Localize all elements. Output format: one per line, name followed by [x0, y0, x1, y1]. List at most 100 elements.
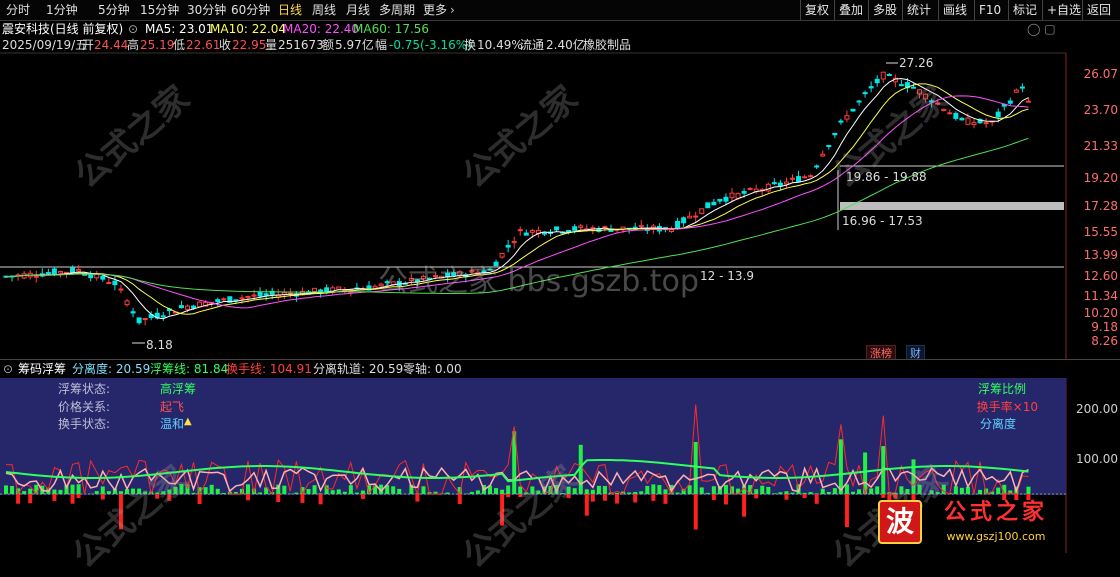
- candle-body: [264, 294, 268, 295]
- legend-float-ratio: 浮筹比例: [966, 380, 1026, 397]
- site-logo-text: 公式之家: [928, 500, 1064, 526]
- float-bar: [561, 493, 565, 494]
- candle-body: [694, 216, 698, 217]
- turnover-state-value: 温和: [160, 415, 184, 432]
- candle-body: [179, 306, 183, 308]
- candle-body: [71, 268, 75, 272]
- float-bar: [905, 489, 909, 494]
- candle-body: [530, 230, 534, 232]
- kline-chart[interactable]: [0, 0, 1120, 553]
- float-bar: [657, 485, 661, 494]
- turnover-bar: [694, 494, 698, 529]
- indicator-name[interactable]: 筹码浮筹: [18, 360, 66, 378]
- candle-body: [409, 278, 413, 280]
- float-bar: [567, 487, 571, 494]
- separation-value: 分离度: 20.59: [72, 360, 150, 378]
- candle-body: [385, 282, 389, 283]
- price-tick: 9.18: [1070, 320, 1118, 334]
- float-bar: [633, 492, 637, 494]
- candle-body: [391, 282, 395, 285]
- float-bar: [319, 493, 323, 494]
- candle-body: [954, 113, 958, 118]
- candle-body: [131, 312, 135, 313]
- float-bar: [192, 493, 196, 494]
- candle-body: [881, 72, 885, 79]
- candle-body: [192, 306, 196, 308]
- float-bar: [131, 489, 135, 494]
- price-tick: 17.28: [1070, 199, 1118, 213]
- price-tick: 11.34: [1070, 289, 1118, 303]
- turnover-bar: [300, 494, 304, 503]
- turnover-bar: [198, 494, 202, 504]
- turnover-bar: [651, 494, 655, 501]
- float-bar: [754, 489, 758, 494]
- float-bar: [155, 493, 159, 494]
- float-bar: [294, 493, 298, 494]
- candle-body: [936, 103, 940, 104]
- candle-body: [639, 225, 643, 226]
- float-bar: [978, 490, 982, 494]
- separation-track-value: 分离轨道: 20.59: [313, 360, 403, 378]
- turnover-bar: [724, 494, 728, 504]
- float-bar: [676, 493, 680, 494]
- float-bar: [760, 486, 764, 494]
- turnover-bar: [615, 494, 619, 504]
- turnover-bar: [71, 494, 75, 504]
- candle-body: [887, 75, 891, 76]
- candle-body: [742, 191, 746, 193]
- candle-body: [942, 109, 946, 110]
- float-bar: [101, 486, 105, 494]
- candle-body: [337, 287, 341, 289]
- float-bar: [930, 490, 934, 494]
- low-price-label: 8.18: [146, 338, 173, 352]
- float-bar: [222, 493, 226, 494]
- float-bar: [778, 492, 782, 494]
- float-bar: [603, 486, 607, 494]
- float-bar: [28, 489, 32, 494]
- float-bar: [349, 485, 353, 494]
- turnover-bar: [16, 494, 20, 504]
- float-bar: [627, 492, 631, 494]
- float-bar: [918, 485, 922, 494]
- float-bar: [821, 489, 825, 494]
- price-relation-label: 价格关系:: [58, 398, 110, 415]
- candle-body: [688, 216, 692, 218]
- candle-body: [555, 227, 559, 230]
- candle-body: [313, 288, 317, 291]
- indicator-settings-icon[interactable]: ⊙: [3, 360, 13, 378]
- float-bar: [700, 487, 704, 494]
- candle-body: [748, 189, 752, 190]
- candle-body: [803, 177, 807, 178]
- candle-body: [682, 218, 686, 223]
- float-bar: [421, 486, 425, 494]
- candle-body: [107, 283, 111, 284]
- candle-body: [984, 123, 988, 124]
- candle-body: [161, 316, 165, 317]
- float-bar: [500, 490, 504, 494]
- turnover-bar: [101, 494, 105, 500]
- turnover-bar: [167, 494, 171, 501]
- turnover-bar: [893, 494, 897, 499]
- float-bar: [173, 487, 177, 494]
- float-bar: [688, 485, 692, 494]
- candle-body: [845, 116, 849, 119]
- candle-body: [603, 227, 607, 228]
- price-tick: 8.26: [1070, 334, 1118, 348]
- float-bar: [706, 493, 710, 494]
- turnover-bar: [361, 494, 365, 499]
- candle-body: [34, 276, 38, 277]
- float-bar: [833, 488, 837, 494]
- candle-body: [736, 193, 740, 198]
- float-bar: [397, 489, 401, 494]
- candle-body: [924, 94, 928, 99]
- candle-body: [500, 253, 504, 257]
- float-bar: [857, 489, 861, 494]
- price-tick: 10.20: [1070, 306, 1118, 320]
- candle-body: [89, 275, 93, 278]
- candle-body: [875, 79, 879, 82]
- turnover-bar: [28, 494, 32, 503]
- float-bar: [391, 486, 395, 494]
- candle-body: [670, 229, 674, 231]
- turnover-bar: [603, 494, 607, 501]
- float-bar: [494, 488, 498, 494]
